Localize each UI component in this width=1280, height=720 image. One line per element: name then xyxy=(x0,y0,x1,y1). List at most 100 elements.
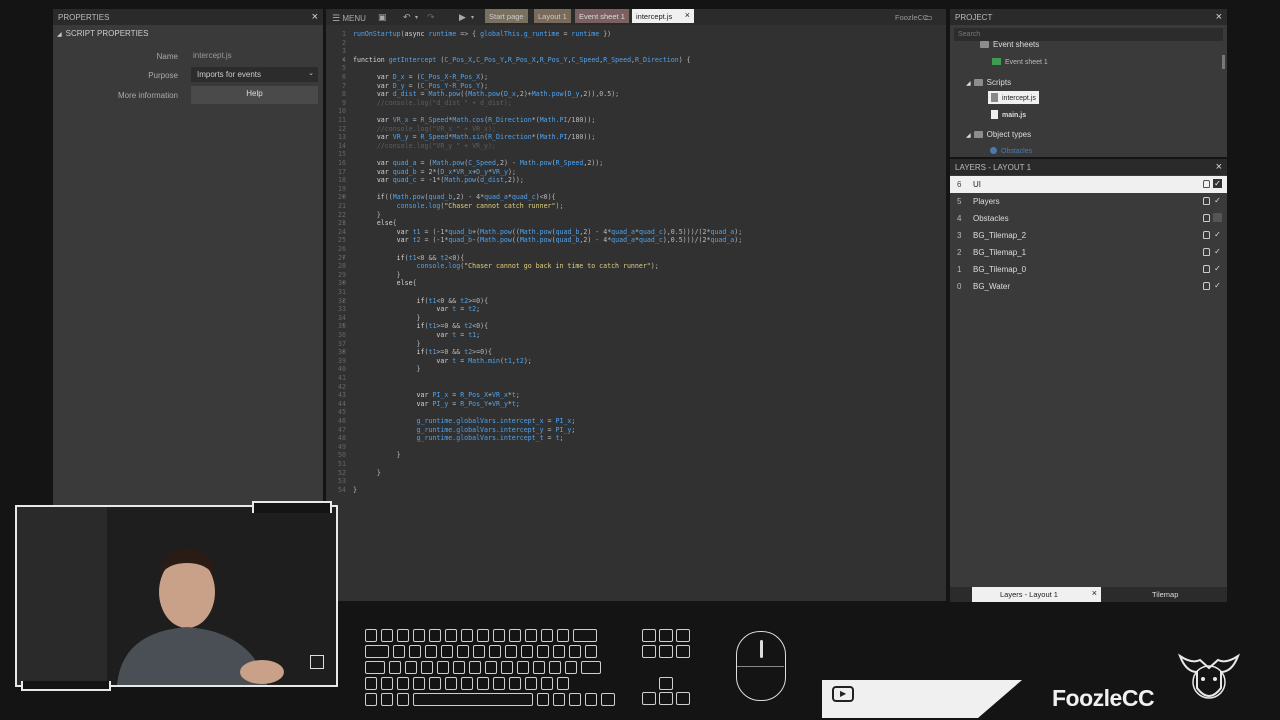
code-line[interactable]: var VR_y = R_Speed*Math.sin(R_Direction*… xyxy=(353,133,595,142)
code-line[interactable]: else{ xyxy=(353,219,397,228)
scrollbar[interactable] xyxy=(1222,55,1225,69)
tree-item-obstacles[interactable]: Obstacles xyxy=(990,146,1032,156)
fold-toggle-icon[interactable]: ▾ xyxy=(342,254,345,263)
code-line[interactable]: var D_y = (C_Pos_Y-R_Pos_Y); xyxy=(353,82,488,91)
collapse-triangle-icon[interactable]: ◢ xyxy=(966,81,971,87)
play-icon[interactable]: ▶ xyxy=(456,8,469,24)
tree-item-event-sheets[interactable]: Event sheets xyxy=(980,40,1039,49)
code-line[interactable]: g_runtime.globalVars.intercept_y = PI_y; xyxy=(353,426,576,435)
visibility-checkbox[interactable]: ✓ xyxy=(1213,247,1222,256)
code-line[interactable]: var t1 = (-1*quad_b+(Math.pow((Math.pow(… xyxy=(353,228,743,237)
layer-row[interactable]: 2 BG_Tilemap_1 ✓ xyxy=(950,244,1227,261)
close-icon[interactable]: × xyxy=(685,10,690,20)
code-line[interactable]: //console.log("d_dist " + d_dist); xyxy=(353,99,512,108)
code-line[interactable]: } xyxy=(353,211,381,220)
redo-icon[interactable]: ↷ xyxy=(424,8,438,24)
layer-row[interactable]: 6 UI ✓ xyxy=(950,176,1227,193)
layer-row[interactable]: 1 BG_Tilemap_0 ✓ xyxy=(950,261,1227,278)
code-line[interactable]: var VR_x = R_Speed*Math.cos(R_Direction*… xyxy=(353,116,595,125)
code-line[interactable]: if(t1<0 && t2>=0){ xyxy=(353,297,489,306)
section-script-properties[interactable]: ◢ SCRIPT PROPERTIES xyxy=(53,25,323,41)
layer-row[interactable]: 3 BG_Tilemap_2 ✓ xyxy=(950,227,1227,244)
help-button[interactable]: Help xyxy=(191,86,318,104)
close-icon[interactable]: × xyxy=(1092,588,1097,598)
tree-item-object-types[interactable]: ◢ Object types xyxy=(966,130,1031,139)
code-line[interactable]: else{ xyxy=(353,279,417,288)
code-line[interactable]: runOnStartup(async runtime => { globalTh… xyxy=(353,30,611,39)
lock-icon[interactable] xyxy=(1203,282,1210,290)
fold-toggle-icon[interactable]: ▾ xyxy=(342,219,345,228)
code-line[interactable]: var D_x = (C_Pos_X-R_Pos_X); xyxy=(353,73,488,82)
tree-item-scripts[interactable]: ◢ Scripts xyxy=(966,78,1011,87)
close-icon[interactable]: × xyxy=(1216,161,1222,173)
code-line[interactable]: var PI_x = R_Pos_X+VR_x*t; xyxy=(353,391,520,400)
code-line[interactable]: var PI_y = R_Pos_Y+VR_y*t; xyxy=(353,400,520,409)
code-line[interactable]: if(t1>=0 && t2<0){ xyxy=(353,322,489,331)
fold-toggle-icon[interactable]: ▾ xyxy=(342,297,345,306)
collapse-triangle-icon[interactable]: ◢ xyxy=(57,32,62,38)
tree-item-intercept-js[interactable]: intercept.js xyxy=(988,91,1039,105)
layer-row[interactable]: 4 Obstacles xyxy=(950,210,1227,227)
tab-intercept-js[interactable]: intercept.js × xyxy=(632,9,694,23)
lock-icon[interactable] xyxy=(1203,214,1210,222)
chevron-down-icon[interactable]: ▾ xyxy=(468,10,477,26)
code-line[interactable]: } xyxy=(353,340,421,349)
code-line[interactable]: } xyxy=(353,271,401,280)
code-line[interactable]: var quad_b = 2*(D_x*VR_x+D_y*VR_y); xyxy=(353,168,516,177)
lock-icon[interactable] xyxy=(1203,231,1210,239)
lock-icon[interactable] xyxy=(1203,248,1210,256)
save-icon[interactable]: ▣ xyxy=(375,8,390,24)
fold-toggle-icon[interactable]: ▾ xyxy=(342,193,345,202)
close-icon[interactable]: × xyxy=(312,11,318,23)
fold-toggle-icon[interactable]: ▾ xyxy=(342,348,345,357)
layer-row[interactable]: 0 BG_Water ✓ xyxy=(950,278,1227,295)
code-line[interactable]: var t = t1; xyxy=(353,331,480,340)
code-line[interactable]: } xyxy=(353,486,357,495)
fold-toggle-icon[interactable]: ▾ xyxy=(342,279,345,288)
visibility-checkbox[interactable]: ✓ xyxy=(1213,281,1222,290)
code-line[interactable]: } xyxy=(353,469,381,478)
code-line[interactable]: if(t1<0 && t2<0){ xyxy=(353,254,465,263)
tab-layout-1[interactable]: Layout 1 xyxy=(534,9,571,23)
code-line[interactable]: } xyxy=(353,451,401,460)
lock-icon[interactable] xyxy=(1203,265,1210,273)
tab-event-sheet-1[interactable]: Event sheet 1 xyxy=(575,9,629,23)
code-line[interactable]: var quad_a = (Math.pow(C_Speed,2) - Math… xyxy=(353,159,603,168)
close-icon[interactable]: × xyxy=(1216,11,1222,23)
collapse-triangle-icon[interactable]: ◢ xyxy=(966,133,971,139)
code-line[interactable]: } xyxy=(353,365,421,374)
window-minimize-icon[interactable]: ▭ xyxy=(922,9,936,25)
code-line[interactable]: g_runtime.globalVars.intercept_x = PI_x; xyxy=(353,417,576,426)
code-line[interactable]: var quad_c = -1*(Math.pow(d_dist,2)); xyxy=(353,176,524,185)
fold-toggle-icon[interactable]: ▾ xyxy=(342,322,345,331)
lock-icon[interactable] xyxy=(1203,197,1210,205)
visibility-checkbox[interactable] xyxy=(1213,213,1222,222)
code-line[interactable]: function getIntercept (C_Pos_X,C_Pos_Y,R… xyxy=(353,56,691,65)
code-line[interactable]: console.log("Chaser cannot go back in ti… xyxy=(353,262,659,271)
chevron-down-icon[interactable]: ▾ xyxy=(412,10,421,26)
tree-item-event-sheet-1[interactable]: Event sheet 1 xyxy=(992,57,1048,66)
tab-layers-layout-1[interactable]: Layers - Layout 1 × xyxy=(972,587,1101,602)
layer-row[interactable]: 5 Players ✓ xyxy=(950,193,1227,210)
code-line[interactable]: if(t1>=0 && t2>=0){ xyxy=(353,348,493,357)
lock-icon[interactable] xyxy=(1203,180,1210,188)
code-line[interactable]: var t = Math.min(t1,t2); xyxy=(353,357,531,366)
visibility-checkbox[interactable]: ✓ xyxy=(1213,230,1222,239)
visibility-checkbox[interactable]: ✓ xyxy=(1213,196,1222,205)
code-line[interactable]: //console.log("VR_y " + VR_y); xyxy=(353,142,496,151)
menu-button[interactable]: ☰ MENU xyxy=(329,9,369,25)
code-area[interactable]: 1 runOnStartup(async runtime => { globalT… xyxy=(326,26,946,601)
code-line[interactable]: var t2 = (-1*quad_b-(Math.pow((Math.pow(… xyxy=(353,236,743,245)
code-line[interactable]: var t = t2; xyxy=(353,305,480,314)
code-line[interactable]: console.log("Chaser cannot catch runner"… xyxy=(353,202,564,211)
code-line[interactable]: var d_dist = Math.pow((Math.pow(D_x,2)+M… xyxy=(353,90,619,99)
visibility-checkbox[interactable]: ✓ xyxy=(1213,179,1222,188)
purpose-select[interactable]: Imports for events ⌄ xyxy=(191,67,318,82)
fold-toggle-icon[interactable]: ▾ xyxy=(342,56,345,65)
code-line[interactable]: } xyxy=(353,314,421,323)
code-line[interactable]: g_runtime.globalVars.intercept_t = t; xyxy=(353,434,564,443)
code-line[interactable]: //console.log("VR_x " + VR_x); xyxy=(353,125,496,134)
code-line[interactable]: if((Math.pow(quad_b,2) - 4*quad_a*quad_c… xyxy=(353,193,556,202)
tab-tilemap[interactable]: Tilemap xyxy=(1152,590,1178,599)
visibility-checkbox[interactable]: ✓ xyxy=(1213,264,1222,273)
